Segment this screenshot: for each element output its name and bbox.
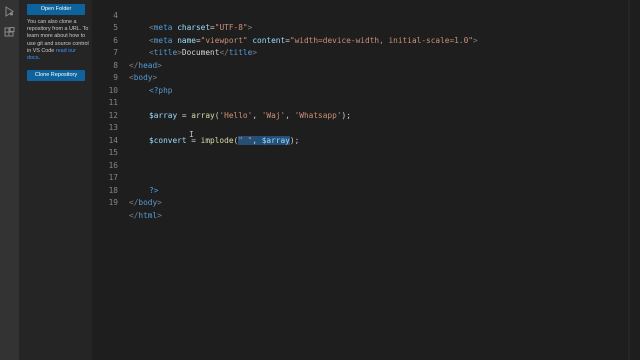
run-debug-icon[interactable] xyxy=(4,6,15,17)
open-folder-button[interactable]: Open Folder xyxy=(27,4,85,15)
code-line: 15 xyxy=(92,135,640,157)
code-line: 8 <body> xyxy=(92,47,640,83)
activity-bar xyxy=(0,0,19,360)
code-editor[interactable]: 4 <meta charset="UTF-8"> 5 <meta name="v… xyxy=(92,0,640,360)
code-line: 16 xyxy=(92,147,640,170)
extensions-icon[interactable] xyxy=(4,27,15,38)
code-line: 14 xyxy=(92,122,640,145)
code-line: 9 <?php xyxy=(92,60,640,95)
clone-info-end: . xyxy=(38,55,40,62)
code-line: 18 </body> xyxy=(92,172,640,208)
code-line: 4 <meta charset="UTF-8"> xyxy=(92,0,640,33)
code-line: 5 <meta name="viewport" content="width=d… xyxy=(92,10,640,45)
html-close-tag: html xyxy=(138,210,158,220)
code-line: 17 ?> xyxy=(92,160,640,195)
line-number: 19 xyxy=(108,198,118,207)
mouse-ibeam-cursor-icon: I xyxy=(189,130,194,139)
line-content: </html> xyxy=(129,210,162,220)
vertical-scrollbar[interactable] xyxy=(630,0,640,360)
clone-info-text: You can also clone a repository from a U… xyxy=(27,19,89,62)
code-line: 6 <title>Document</title> xyxy=(92,22,640,58)
body-close-tag: body xyxy=(138,198,158,207)
code-line: 12 xyxy=(92,97,640,120)
vscode-window: Open Folder You can also clone a reposit… xyxy=(0,0,640,360)
clone-repository-button[interactable]: Clone Repository xyxy=(27,70,85,81)
code-line: 10 xyxy=(92,72,640,95)
code-line: 7 </head> xyxy=(92,35,640,70)
code-line: 19 </html> xyxy=(92,185,640,220)
code-line: 13 $convert = implode(" ", $array); xyxy=(92,110,640,145)
line-content: </body> xyxy=(129,198,162,207)
code-line: 11 $array = array('Hello', 'Waj', 'Whats… xyxy=(92,85,640,120)
source-control-sidebar: Open Folder You can also clone a reposit… xyxy=(19,0,92,360)
